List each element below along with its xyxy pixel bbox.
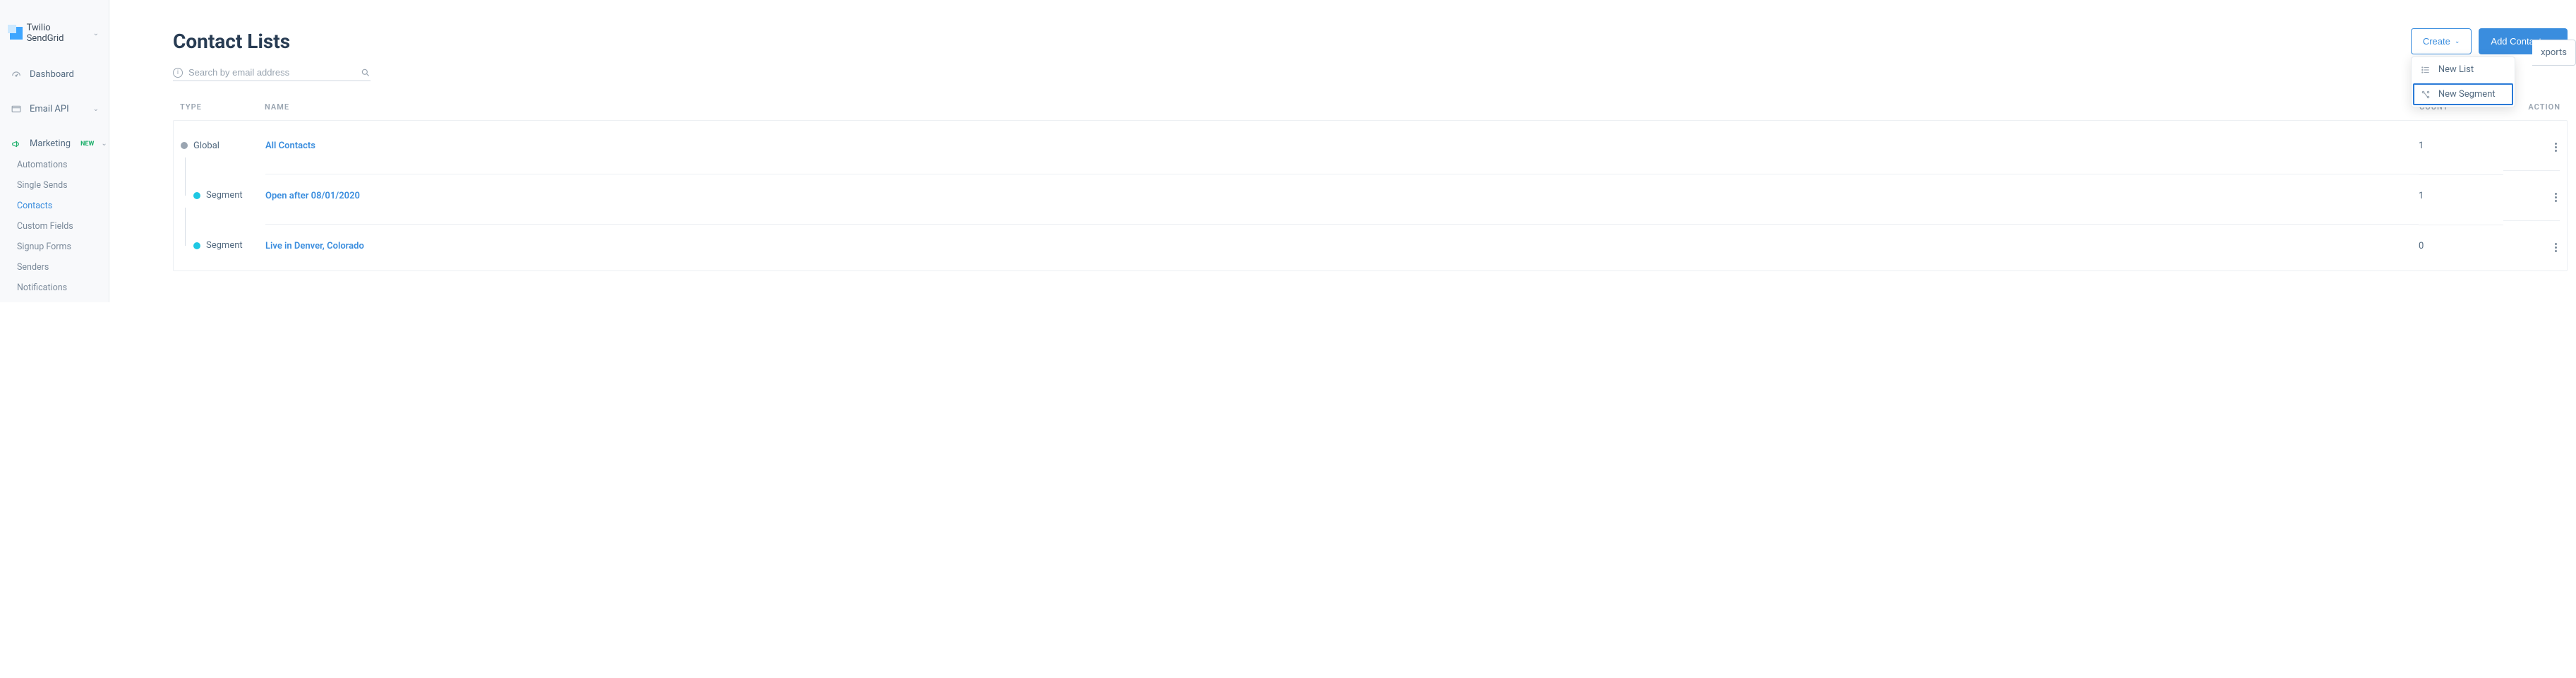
count-value: 0 [2419,225,2503,267]
type-cell: Global [181,141,265,151]
chevron-down-icon: ⌄ [93,30,99,37]
col-name: NAME [265,102,2419,112]
exports-label: xports [2541,47,2567,58]
exports-button[interactable]: xports [2532,40,2576,66]
search-input[interactable] [188,67,361,78]
sidebar-item-dashboard[interactable]: Dashboard [10,69,99,80]
sidebar-item-email-api[interactable]: Email API ⌄ [10,104,99,114]
segment-icon [2420,90,2431,100]
search-field[interactable]: i [173,64,371,81]
sidebar-label: Dashboard [30,69,74,80]
table-row: Global All Contacts 1 [174,121,2567,170]
type-cell: Segment [181,174,265,216]
row-actions-menu[interactable] [2552,140,2560,155]
dropdown-label: New List [2438,64,2474,75]
count-value: 1 [2419,174,2503,217]
contact-list-link[interactable]: Live in Denver, Colorado [265,241,364,251]
megaphone-icon [10,139,23,149]
create-dropdown: New List New Segment [2411,56,2515,107]
subnav-notifications[interactable]: Notifications [17,278,99,298]
sidebar-label: Email API [30,104,69,114]
gauge-icon [10,70,23,80]
count-value: 1 [2419,141,2503,151]
brand-name: Twilio SendGrid [27,23,89,44]
status-dot-icon [181,142,188,149]
table-header: TYPE NAME COUNT ACTION [173,102,2568,120]
row-actions-menu[interactable] [2552,190,2560,205]
col-type: TYPE [180,102,265,112]
table-row: Segment Open after 08/01/2020 1 [174,170,2567,220]
status-dot-icon [193,242,200,249]
sidebar: Twilio SendGrid ⌄ Dashboard Email API ⌄ [0,0,109,302]
type-label: Global [193,141,219,151]
dropdown-new-list[interactable]: New List [2412,57,2515,82]
subnav-contacts[interactable]: Contacts [17,196,99,216]
table-row: Segment Live in Denver, Colorado 0 [174,220,2567,270]
type-label: Segment [206,240,243,251]
badge-new: NEW [80,141,94,148]
main-content: Contact Lists Create ⌄ New List [109,0,2576,302]
create-button[interactable]: Create ⌄ [2411,28,2472,54]
dropdown-new-segment[interactable]: New Segment [2412,82,2515,107]
info-icon: i [173,68,183,78]
subnav-single-sends[interactable]: Single Sends [17,175,99,196]
chevron-down-icon: ⌄ [101,140,107,148]
chevron-down-icon: ⌄ [93,105,99,113]
search-icon [361,68,371,78]
type-cell: Segment [181,225,265,266]
brand-logo-icon [10,27,23,40]
page-title: Contact Lists [173,30,290,53]
dropdown-label: New Segment [2438,89,2496,100]
brand-switcher[interactable]: Twilio SendGrid ⌄ [0,23,109,69]
subnav-custom-fields[interactable]: Custom Fields [17,216,99,237]
sidebar-label: Marketing [30,138,71,149]
list-icon [2420,65,2431,75]
chevron-down-icon: ⌄ [2455,37,2460,45]
subnav-signup-forms[interactable]: Signup Forms [17,237,99,257]
subnav-senders[interactable]: Senders [17,257,99,278]
status-dot-icon [193,192,200,199]
window-icon [10,105,23,114]
marketing-subnav: Automations Single Sends Contacts Custom… [10,149,99,298]
type-label: Segment [206,190,243,201]
sidebar-item-marketing[interactable]: Marketing NEW ⌄ [10,138,99,149]
contact-list-link[interactable]: Open after 08/01/2020 [265,191,360,201]
contact-list-link[interactable]: All Contacts [265,141,315,151]
contacts-table: TYPE NAME COUNT ACTION Global All Contact… [173,102,2568,271]
row-actions-menu[interactable] [2552,240,2560,255]
create-label: Create [2423,36,2450,47]
subnav-automations[interactable]: Automations [17,155,99,175]
